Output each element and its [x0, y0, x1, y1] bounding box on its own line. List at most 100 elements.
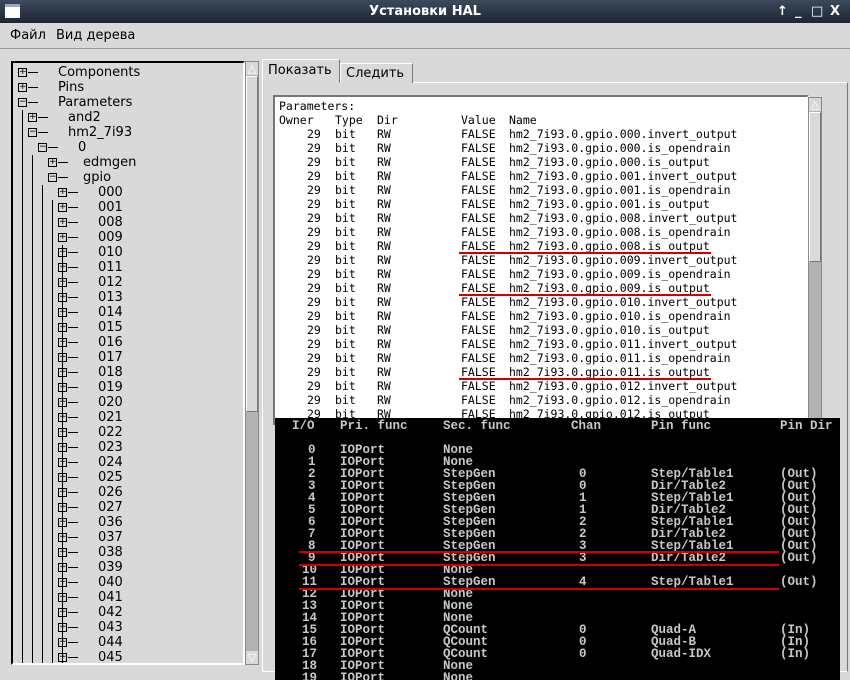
window-title: Установки HAL	[369, 4, 481, 19]
param-type: bit	[335, 183, 356, 197]
tree-item[interactable]: +027	[13, 500, 243, 515]
collapse-icon[interactable]: −	[48, 173, 57, 182]
expand-icon[interactable]: +	[28, 113, 37, 122]
tree-item[interactable]: +045	[13, 650, 243, 665]
params-scrollbar[interactable]: △	[808, 97, 822, 423]
param-owner: 29	[307, 323, 321, 337]
tree-item[interactable]: +010	[13, 245, 243, 260]
parameters-text[interactable]: Parameters: Owner Type Dir Value Name 29 bit R…	[273, 95, 809, 425]
tree-item[interactable]: +019	[13, 380, 243, 395]
param-value: FALSE	[461, 197, 496, 211]
tree-item[interactable]: +036	[13, 515, 243, 530]
menu-file[interactable]: Файл	[10, 28, 46, 43]
tree-item[interactable]: +024	[13, 455, 243, 470]
tab-show[interactable]: Показать	[262, 59, 340, 83]
param-type: bit	[335, 295, 356, 309]
tree-item[interactable]: − Parameters	[13, 95, 243, 110]
collapse-icon[interactable]: −	[18, 98, 27, 107]
tree-item-label: 023	[98, 440, 123, 455]
tree-item-label: 036	[98, 515, 123, 530]
tree-connector	[68, 462, 78, 463]
param-dir: RW	[377, 169, 391, 183]
tree-connector	[38, 117, 48, 118]
red-highlight-line	[299, 551, 779, 553]
tree-item[interactable]: +040	[13, 575, 243, 590]
tree-item[interactable]: +013	[13, 290, 243, 305]
tree-connector	[68, 252, 78, 253]
tree-item[interactable]: +009	[13, 230, 243, 245]
tree-item[interactable]: +020	[13, 395, 243, 410]
collapse-icon[interactable]: −	[38, 143, 47, 152]
tab-watch[interactable]: Следить	[340, 63, 413, 83]
tree-item[interactable]: +000	[13, 185, 243, 200]
tree-item[interactable]: +026	[13, 485, 243, 500]
expand-icon[interactable]: +	[58, 233, 67, 242]
param-owner: 29	[307, 211, 321, 225]
tree-item[interactable]: +039	[13, 560, 243, 575]
tree-item[interactable]: +001	[13, 200, 243, 215]
expand-icon[interactable]: +	[58, 188, 67, 197]
tree-item[interactable]: +011	[13, 260, 243, 275]
tree-item[interactable]: +023	[13, 440, 243, 455]
hal-tree[interactable]: + Components + Pins − Parameters + and2 − hm2_7i9…	[11, 61, 245, 665]
tree-item[interactable]: +015	[13, 320, 243, 335]
tree-item[interactable]: +025	[13, 470, 243, 485]
tree-item[interactable]: +014	[13, 305, 243, 320]
tree-scrollbar[interactable]: △ ▽	[245, 61, 259, 665]
pinout-pri-func: IOPort	[340, 671, 386, 680]
tree-item[interactable]: − gpio	[13, 170, 243, 185]
expand-icon[interactable]: +	[58, 218, 67, 227]
menu-tree-view[interactable]: Вид дерева	[56, 28, 135, 43]
tree-item[interactable]: +022	[13, 425, 243, 440]
tree-scroll-thumb[interactable]	[246, 76, 258, 412]
param-owner: 29	[307, 365, 321, 379]
tree-item[interactable]: + edmgen	[13, 155, 243, 170]
param-value: FALSE	[461, 127, 496, 141]
tree-item[interactable]: − hm2_7i93	[13, 125, 243, 140]
tree-item[interactable]: + Pins	[13, 80, 243, 95]
minimize-button[interactable]: _	[795, 0, 802, 23]
expand-icon[interactable]: +	[18, 68, 27, 77]
param-value: FALSE	[461, 393, 496, 407]
tree-item[interactable]: −0	[13, 140, 243, 155]
tree-connector	[68, 237, 78, 238]
param-value: FALSE	[461, 253, 496, 267]
tree-item[interactable]: + and2	[13, 110, 243, 125]
tree-item[interactable]: +037	[13, 530, 243, 545]
tree-item[interactable]: +016	[13, 335, 243, 350]
expand-icon[interactable]: +	[18, 83, 27, 92]
tree-item[interactable]: +012	[13, 275, 243, 290]
param-name: hm2_7i93.0.gpio.012.invert_output	[509, 379, 738, 393]
tree-item[interactable]: +038	[13, 545, 243, 560]
tree-connector	[68, 507, 78, 508]
scroll-up-icon[interactable]: △	[246, 62, 258, 75]
tree-item[interactable]: +018	[13, 365, 243, 380]
expand-icon[interactable]: +	[48, 158, 57, 167]
tree-item[interactable]: +017	[13, 350, 243, 365]
collapse-icon[interactable]: −	[28, 128, 37, 137]
tree-item[interactable]: +021	[13, 410, 243, 425]
params-heading: Parameters:	[279, 99, 356, 113]
expand-icon[interactable]: +	[58, 203, 67, 212]
tree-item[interactable]: +008	[13, 215, 243, 230]
tree-item[interactable]: +041	[13, 590, 243, 605]
pinout-column-header: Sec. func	[443, 419, 511, 433]
params-column-header: Dir	[377, 113, 398, 127]
param-dir: RW	[377, 351, 391, 365]
param-dir: RW	[377, 295, 391, 309]
scroll-up-icon[interactable]: △	[809, 98, 821, 111]
param-type: bit	[335, 225, 356, 239]
maximize-button[interactable]: □	[811, 0, 823, 23]
params-scroll-thumb[interactable]	[809, 112, 821, 262]
tree-item-label: 045	[98, 650, 123, 665]
tree-item[interactable]: +042	[13, 605, 243, 620]
scroll-down-icon[interactable]: ▽	[246, 651, 258, 664]
tree-item[interactable]: +044	[13, 635, 243, 650]
tree-item-label: 010	[98, 245, 123, 260]
tree-item[interactable]: +043	[13, 620, 243, 635]
param-value: FALSE	[461, 239, 496, 253]
param-dir: RW	[377, 365, 391, 379]
tree-item[interactable]: + Components	[13, 65, 243, 80]
close-button[interactable]: X	[830, 0, 840, 23]
shade-button[interactable]: ↑	[777, 0, 788, 23]
